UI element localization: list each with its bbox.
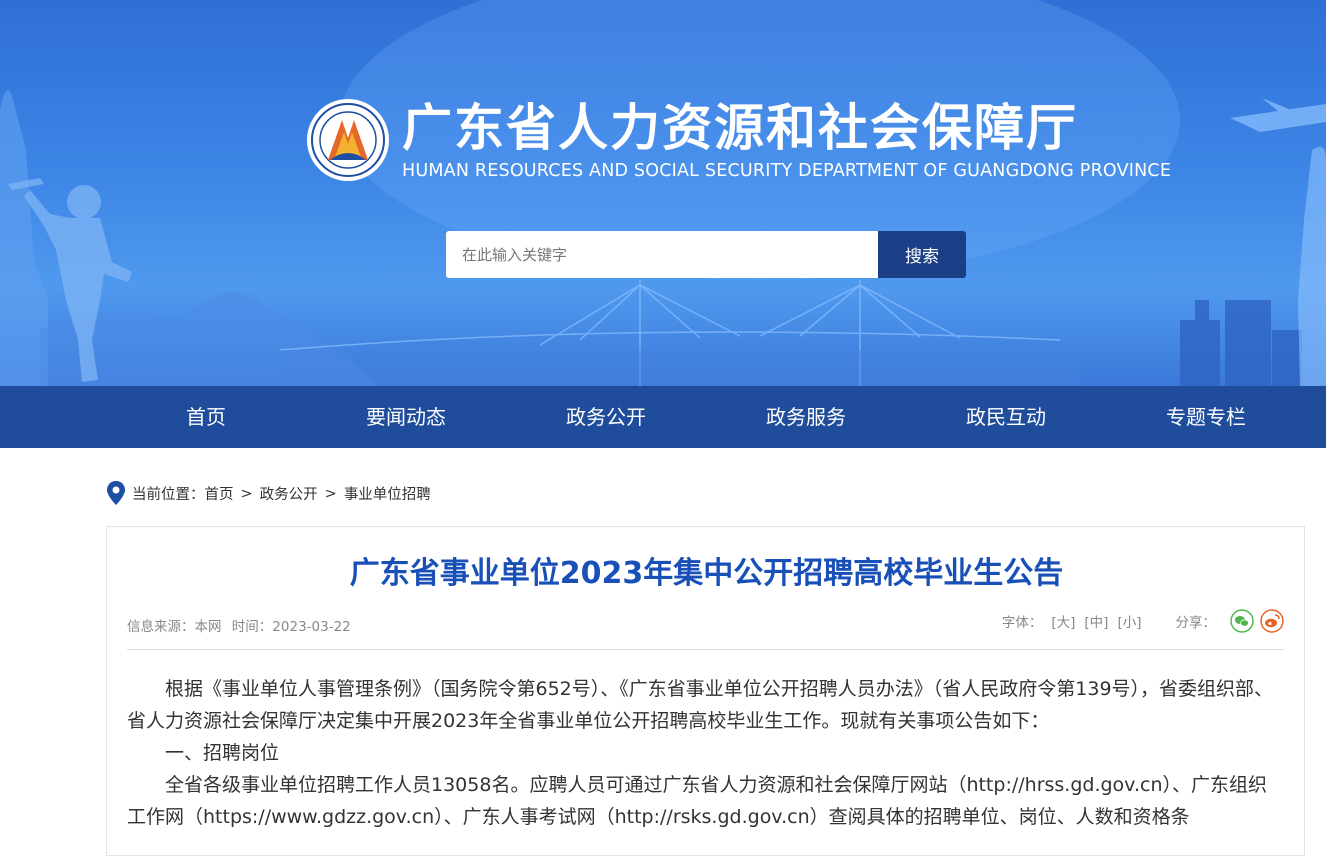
article-title: 广东省事业单位2023年集中公开招聘高校毕业生公告	[349, 556, 1064, 591]
font-size-label: 字体：	[1001, 615, 1043, 631]
breadcrumb-separator: >	[240, 485, 253, 502]
nav-item-home[interactable]: 首页	[106, 386, 306, 448]
article-tools: 字体： [大] [中] [小] 分享：	[1002, 609, 1284, 633]
department-emblem-icon	[307, 99, 389, 181]
site-title: 广东省人力资源和社会保障厅	[402, 99, 1078, 157]
search-button[interactable]: 搜索	[878, 231, 966, 278]
nav-item-gov-services[interactable]: 政务服务	[706, 386, 906, 448]
meta-divider	[127, 649, 1284, 650]
font-size-large-button[interactable]: [大]	[1051, 611, 1075, 631]
font-size-medium-button[interactable]: [中]	[1084, 611, 1108, 631]
city-skyline-illustration	[0, 0, 1326, 386]
breadcrumb-separator: >	[324, 485, 337, 502]
article-time: 时间：2023-03-22	[231, 619, 351, 635]
nav-item-interaction[interactable]: 政民互动	[906, 386, 1106, 448]
article-paragraph: 全省各级事业单位招聘工作人员13058名。应聘人员可通过广东省人力资源和社会保障…	[127, 774, 1267, 828]
location-pin-icon	[107, 481, 125, 505]
article-meta: 信息来源：本网 时间：2023-03-22	[127, 615, 357, 635]
breadcrumb-recruitment[interactable]: 事业单位招聘	[344, 483, 431, 504]
main-nav: 首页 要闻动态 政务公开 政务服务 政民互动 专题专栏	[0, 386, 1326, 448]
article-source: 信息来源：本网	[127, 619, 222, 635]
nav-item-special-topics[interactable]: 专题专栏	[1106, 386, 1306, 448]
breadcrumb: 当前位置： 首页 > 政务公开 > 事业单位招聘	[106, 480, 431, 507]
breadcrumb-prefix: 当前位置：	[132, 487, 205, 503]
nav-item-news[interactable]: 要闻动态	[306, 386, 506, 448]
logo[interactable]	[306, 98, 390, 182]
share-label: 分享：	[1175, 615, 1217, 631]
breadcrumb-gov-affairs[interactable]: 政务公开	[260, 483, 318, 504]
wechat-share-icon[interactable]	[1230, 609, 1254, 633]
article-section-heading: 一、招聘岗位	[165, 742, 280, 764]
weibo-share-icon[interactable]	[1260, 609, 1284, 633]
nav-item-gov-affairs[interactable]: 政务公开	[506, 386, 706, 448]
article-paragraph: 根据《事业单位人事管理条例》（国务院令第652号）、《广东省事业单位公开招聘人员…	[127, 678, 1274, 732]
search-input[interactable]	[446, 231, 878, 278]
article-body: 根据《事业单位人事管理条例》（国务院令第652号）、《广东省事业单位公开招聘人员…	[127, 673, 1285, 833]
font-size-small-button[interactable]: [小]	[1117, 611, 1141, 631]
site-title-english: HUMAN RESOURCES AND SOCIAL SECURITY DEPA…	[402, 161, 1172, 181]
breadcrumb-home[interactable]: 首页	[205, 483, 234, 504]
article-panel: 广东省事业单位2023年集中公开招聘高校毕业生公告 信息来源：本网 时间：202…	[106, 526, 1305, 856]
header-banner: 广东省人力资源和社会保障厅 HUMAN RESOURCES AND SOCIAL…	[0, 0, 1326, 386]
